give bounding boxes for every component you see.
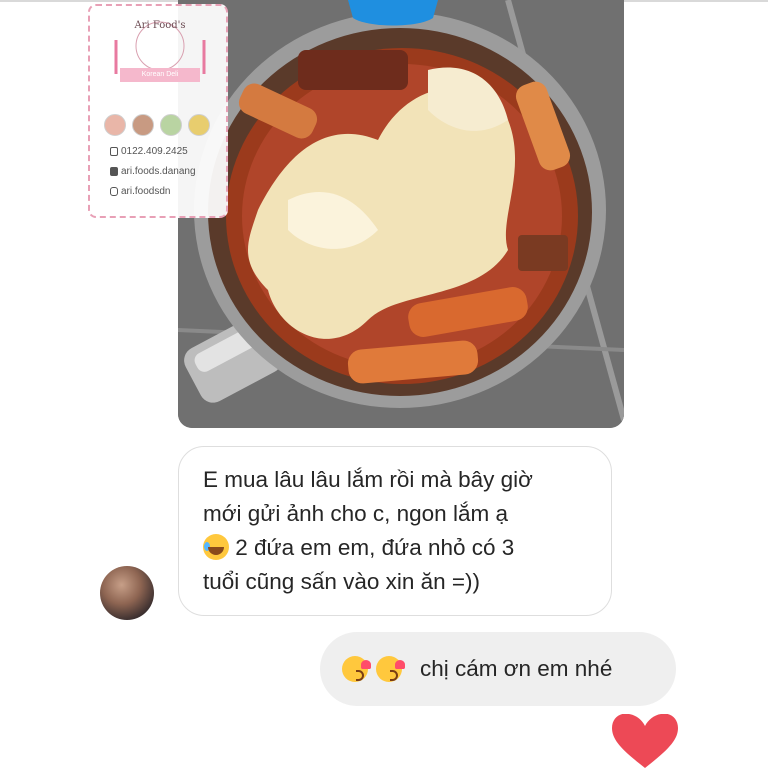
- sender-avatar[interactable]: [100, 566, 154, 620]
- phone-icon: [110, 147, 118, 156]
- facebook-handle: ari.foods.danang: [121, 166, 196, 177]
- face-blowing-kiss-emoji-icon: [342, 656, 371, 682]
- photo-message[interactable]: [178, 0, 624, 428]
- watermark-card: Ari Food's Korean Deli 0122.409.2425 ari…: [88, 4, 228, 218]
- message-line: tuổi cũng sấn vào xin ăn =)): [203, 569, 481, 594]
- instagram-line: ari.foodsdn: [110, 186, 170, 197]
- food-photo-image: [178, 0, 624, 428]
- thumbnail: [188, 114, 210, 136]
- instagram-icon: [110, 187, 118, 196]
- thumbnail: [160, 114, 182, 136]
- heart-icon[interactable]: [612, 714, 678, 768]
- brand-name: Ari Food's: [134, 20, 186, 31]
- message-line-text: 2 đứa em em, đứa nhỏ có 3: [229, 535, 515, 560]
- message-line: E mua lâu lâu lắm rồi mà bây giờ: [203, 467, 533, 492]
- outgoing-message-bubble[interactable]: chị cám ơn em nhé: [320, 632, 676, 706]
- phone-number: 0122.409.2425: [121, 146, 188, 157]
- brand-subtitle: Korean Deli: [120, 68, 200, 82]
- phone-line: 0122.409.2425: [110, 146, 188, 157]
- instagram-handle: ari.foodsdn: [121, 186, 171, 197]
- facebook-icon: [110, 167, 118, 176]
- facebook-line: ari.foods.danang: [110, 166, 196, 177]
- message-line: mới gửi ảnh cho c, ngon lắm ạ: [203, 501, 508, 526]
- incoming-message-bubble[interactable]: E mua lâu lâu lắm rồi mà bây giờ mới gửi…: [178, 446, 612, 616]
- message-line: 2 đứa em em, đứa nhỏ có 3: [203, 531, 591, 565]
- outgoing-message-text: chị cám ơn em nhé: [420, 656, 613, 681]
- face-blowing-kiss-emoji-icon: [376, 656, 405, 682]
- thumbnail: [104, 114, 126, 136]
- product-thumbnails: [104, 114, 210, 136]
- thumbnail: [132, 114, 154, 136]
- tears-of-joy-emoji-icon: [203, 534, 229, 560]
